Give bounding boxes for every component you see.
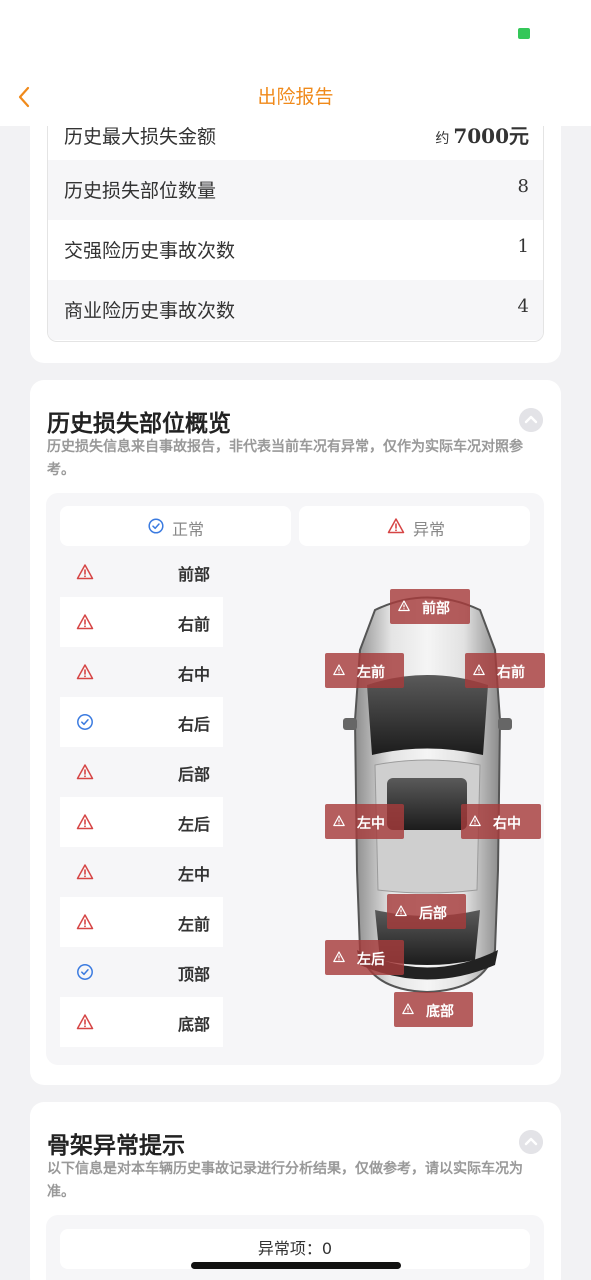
list-item: 右中 xyxy=(60,647,223,697)
warning-triangle-icon xyxy=(473,664,485,676)
part-name: 左后 xyxy=(178,815,211,834)
tag-label: 底部 xyxy=(426,1004,454,1020)
warning-triangle-icon xyxy=(333,951,345,963)
collapse-chevron-icon[interactable] xyxy=(519,1130,543,1154)
part-name: 后部 xyxy=(178,765,211,784)
section-subtitle: 以下信息是对本车辆历史事故记录进行分析结果，仅做参考，请以实际车况为准。 xyxy=(47,1161,523,1200)
part-name: 底部 xyxy=(178,1015,211,1034)
table-row: 商业险历史事故次数 4 xyxy=(48,280,543,340)
warning-triangle-icon xyxy=(76,564,94,580)
part-name: 左前 xyxy=(178,915,211,934)
tag-label: 后部 xyxy=(419,906,447,922)
warning-triangle-icon xyxy=(387,518,405,534)
row-value: 4 xyxy=(517,296,529,317)
car-tag: 右前 xyxy=(465,653,545,688)
warning-triangle-icon xyxy=(76,814,94,830)
summary-table: 历史最大损失金额 约 7000元 历史损失部位数量 8 交强险历史事故次数 1 商… xyxy=(47,100,544,342)
car-tag: 右中 xyxy=(461,804,541,839)
warning-triangle-icon xyxy=(402,1003,414,1015)
warning-triangle-icon xyxy=(76,764,94,780)
warning-triangle-icon xyxy=(76,614,94,630)
list-item: 左中 xyxy=(60,847,223,897)
battery-icon xyxy=(518,28,530,39)
part-name: 右后 xyxy=(178,715,211,734)
row-label: 历史最大损失金额 xyxy=(64,126,217,148)
row-value: 1 xyxy=(517,236,529,257)
row-value: 8 xyxy=(517,176,529,197)
car-tag: 后部 xyxy=(387,894,466,929)
check-circle-icon xyxy=(77,714,93,730)
list-item: 左后 xyxy=(60,797,223,847)
table-row: 交强险历史事故次数 1 xyxy=(48,220,543,280)
tag-label: 左前 xyxy=(357,665,385,681)
legend-abnormal: 异常 xyxy=(299,506,530,546)
frame-abnormal-card: 骨架异常提示 以下信息是对本车辆历史事故记录进行分析结果，仅做参考，请以实际车况… xyxy=(30,1102,561,1280)
value-prefix: 约 xyxy=(435,131,450,147)
list-item: 前部 xyxy=(60,547,223,597)
car-tag: 左后 xyxy=(325,940,404,975)
car-top-view-image xyxy=(343,596,512,994)
row-label: 历史损失部位数量 xyxy=(64,180,217,202)
section-subtitle: 历史损失信息来自事故报告，非代表当前车况有异常，仅作为实际车况对照参考。 xyxy=(47,439,523,478)
warning-triangle-icon xyxy=(398,600,410,612)
warning-triangle-icon xyxy=(76,864,94,880)
page-title: 出险报告 xyxy=(257,86,334,108)
part-name: 右中 xyxy=(178,665,211,684)
legend-normal-label: 正常 xyxy=(172,520,205,539)
check-circle-icon xyxy=(148,518,164,534)
abnormal-summary: 异常项：0 xyxy=(46,1215,544,1280)
list-item: 底部 xyxy=(60,997,223,1047)
car-tag: 左中 xyxy=(325,804,404,839)
part-name: 左中 xyxy=(178,865,211,884)
car-tag: 左前 xyxy=(325,653,404,688)
list-item: 后部 xyxy=(60,747,223,797)
warning-triangle-icon xyxy=(469,815,481,827)
summary-card: 历史最大损失金额 约 7000元 历史损失部位数量 8 交强险历史事故次数 1 商… xyxy=(30,100,561,363)
home-indicator xyxy=(191,1262,401,1269)
legend-abnormal-label: 异常 xyxy=(413,520,446,539)
max-loss-value: 7000元 xyxy=(453,124,529,148)
row-label: 交强险历史事故次数 xyxy=(64,240,236,262)
part-name: 右前 xyxy=(178,615,211,634)
part-name: 顶部 xyxy=(178,965,211,984)
section-title: 历史损失部位概览 xyxy=(47,411,231,437)
warning-triangle-icon xyxy=(333,664,345,676)
row-label: 商业险历史事故次数 xyxy=(64,300,236,322)
warning-triangle-icon xyxy=(76,1014,94,1030)
legend-normal: 正常 xyxy=(60,506,291,546)
collapse-chevron-icon[interactable] xyxy=(519,408,543,432)
status-bar xyxy=(0,0,591,70)
warning-triangle-icon xyxy=(333,815,345,827)
tag-label: 右中 xyxy=(493,816,521,832)
warning-triangle-icon xyxy=(76,914,94,930)
table-row: 历史损失部位数量 8 xyxy=(48,160,543,220)
list-item: 左前 xyxy=(60,897,223,947)
list-item: 顶部 xyxy=(60,947,223,997)
car-tag: 底部 xyxy=(394,992,473,1027)
car-tag: 前部 xyxy=(390,589,470,624)
tag-label: 左后 xyxy=(357,952,385,968)
part-name: 前部 xyxy=(178,565,211,584)
warning-triangle-icon xyxy=(76,664,94,680)
list-item: 右后 xyxy=(60,697,223,747)
list-item: 右前 xyxy=(60,597,223,647)
tag-label: 左中 xyxy=(357,816,385,832)
check-circle-icon xyxy=(77,964,93,980)
section-title: 骨架异常提示 xyxy=(47,1133,185,1159)
warning-triangle-icon xyxy=(395,905,407,917)
tag-label: 右前 xyxy=(497,665,525,681)
tag-label: 前部 xyxy=(422,601,450,617)
nav-bar: 出险报告 xyxy=(0,70,591,126)
